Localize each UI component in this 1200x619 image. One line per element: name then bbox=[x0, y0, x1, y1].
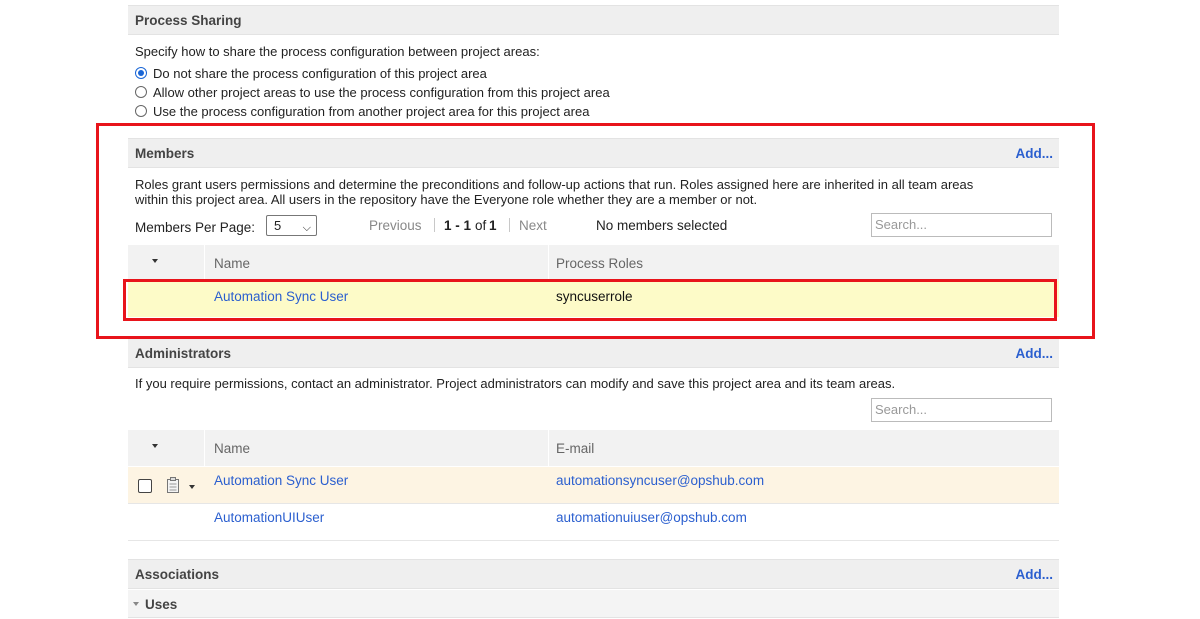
administrators-header: Administrators Add... bbox=[128, 338, 1059, 368]
add-administrator-link[interactable]: Add... bbox=[1016, 346, 1054, 361]
admin-email-link[interactable]: automationsyncuser@opshub.com bbox=[556, 473, 764, 488]
uses-subsection-header[interactable]: Uses bbox=[128, 590, 1059, 618]
radio-button[interactable] bbox=[135, 105, 147, 117]
process-sharing-description: Specify how to share the process configu… bbox=[135, 44, 540, 59]
radio-option-allow-others[interactable]: Allow other project areas to use the pro… bbox=[135, 83, 610, 101]
radio-option-use-another[interactable]: Use the process configuration from anoth… bbox=[135, 102, 589, 120]
associations-header: Associations Add... bbox=[128, 559, 1059, 589]
table-row[interactable]: AutomationUIUser automationuiuser@opshub… bbox=[128, 504, 1059, 541]
process-sharing-header: Process Sharing bbox=[128, 5, 1059, 35]
administrators-description: If you require permissions, contact an a… bbox=[135, 376, 896, 391]
add-association-link[interactable]: Add... bbox=[1016, 567, 1054, 582]
associations-title: Associations bbox=[135, 567, 220, 582]
clipboard-icon[interactable] bbox=[167, 477, 179, 493]
radio-option-no-share[interactable]: Do not share the process configuration o… bbox=[135, 64, 487, 82]
radio-button[interactable] bbox=[135, 86, 147, 98]
table-row[interactable]: Automation Sync User automationsyncuser@… bbox=[128, 467, 1059, 504]
column-header-name[interactable]: Name bbox=[214, 441, 250, 456]
radio-label: Allow other project areas to use the pro… bbox=[153, 84, 610, 100]
radio-label: Use the process configuration from anoth… bbox=[153, 103, 590, 119]
admin-name-link[interactable]: AutomationUIUser bbox=[214, 510, 324, 525]
column-divider bbox=[204, 430, 205, 466]
member-row-highlight-box bbox=[123, 279, 1057, 321]
uses-label: Uses bbox=[145, 597, 178, 612]
column-divider bbox=[548, 430, 549, 466]
row-select-checkbox[interactable] bbox=[138, 479, 152, 493]
radio-label: Do not share the process configuration o… bbox=[153, 65, 487, 81]
collapse-triangle-icon[interactable] bbox=[133, 602, 139, 606]
column-header-email[interactable]: E-mail bbox=[556, 441, 594, 456]
administrators-search-input[interactable]: Search... bbox=[871, 398, 1052, 422]
admin-name-link[interactable]: Automation Sync User bbox=[214, 473, 348, 488]
row-menu-caret-icon[interactable] bbox=[189, 485, 195, 489]
radio-button[interactable] bbox=[135, 67, 147, 79]
process-sharing-title: Process Sharing bbox=[135, 13, 242, 28]
administrators-title: Administrators bbox=[135, 346, 232, 361]
sort-menu-icon[interactable] bbox=[152, 444, 158, 448]
administrators-table-header: Name E-mail bbox=[128, 430, 1059, 466]
admin-email-link[interactable]: automationuiuser@opshub.com bbox=[556, 510, 747, 525]
